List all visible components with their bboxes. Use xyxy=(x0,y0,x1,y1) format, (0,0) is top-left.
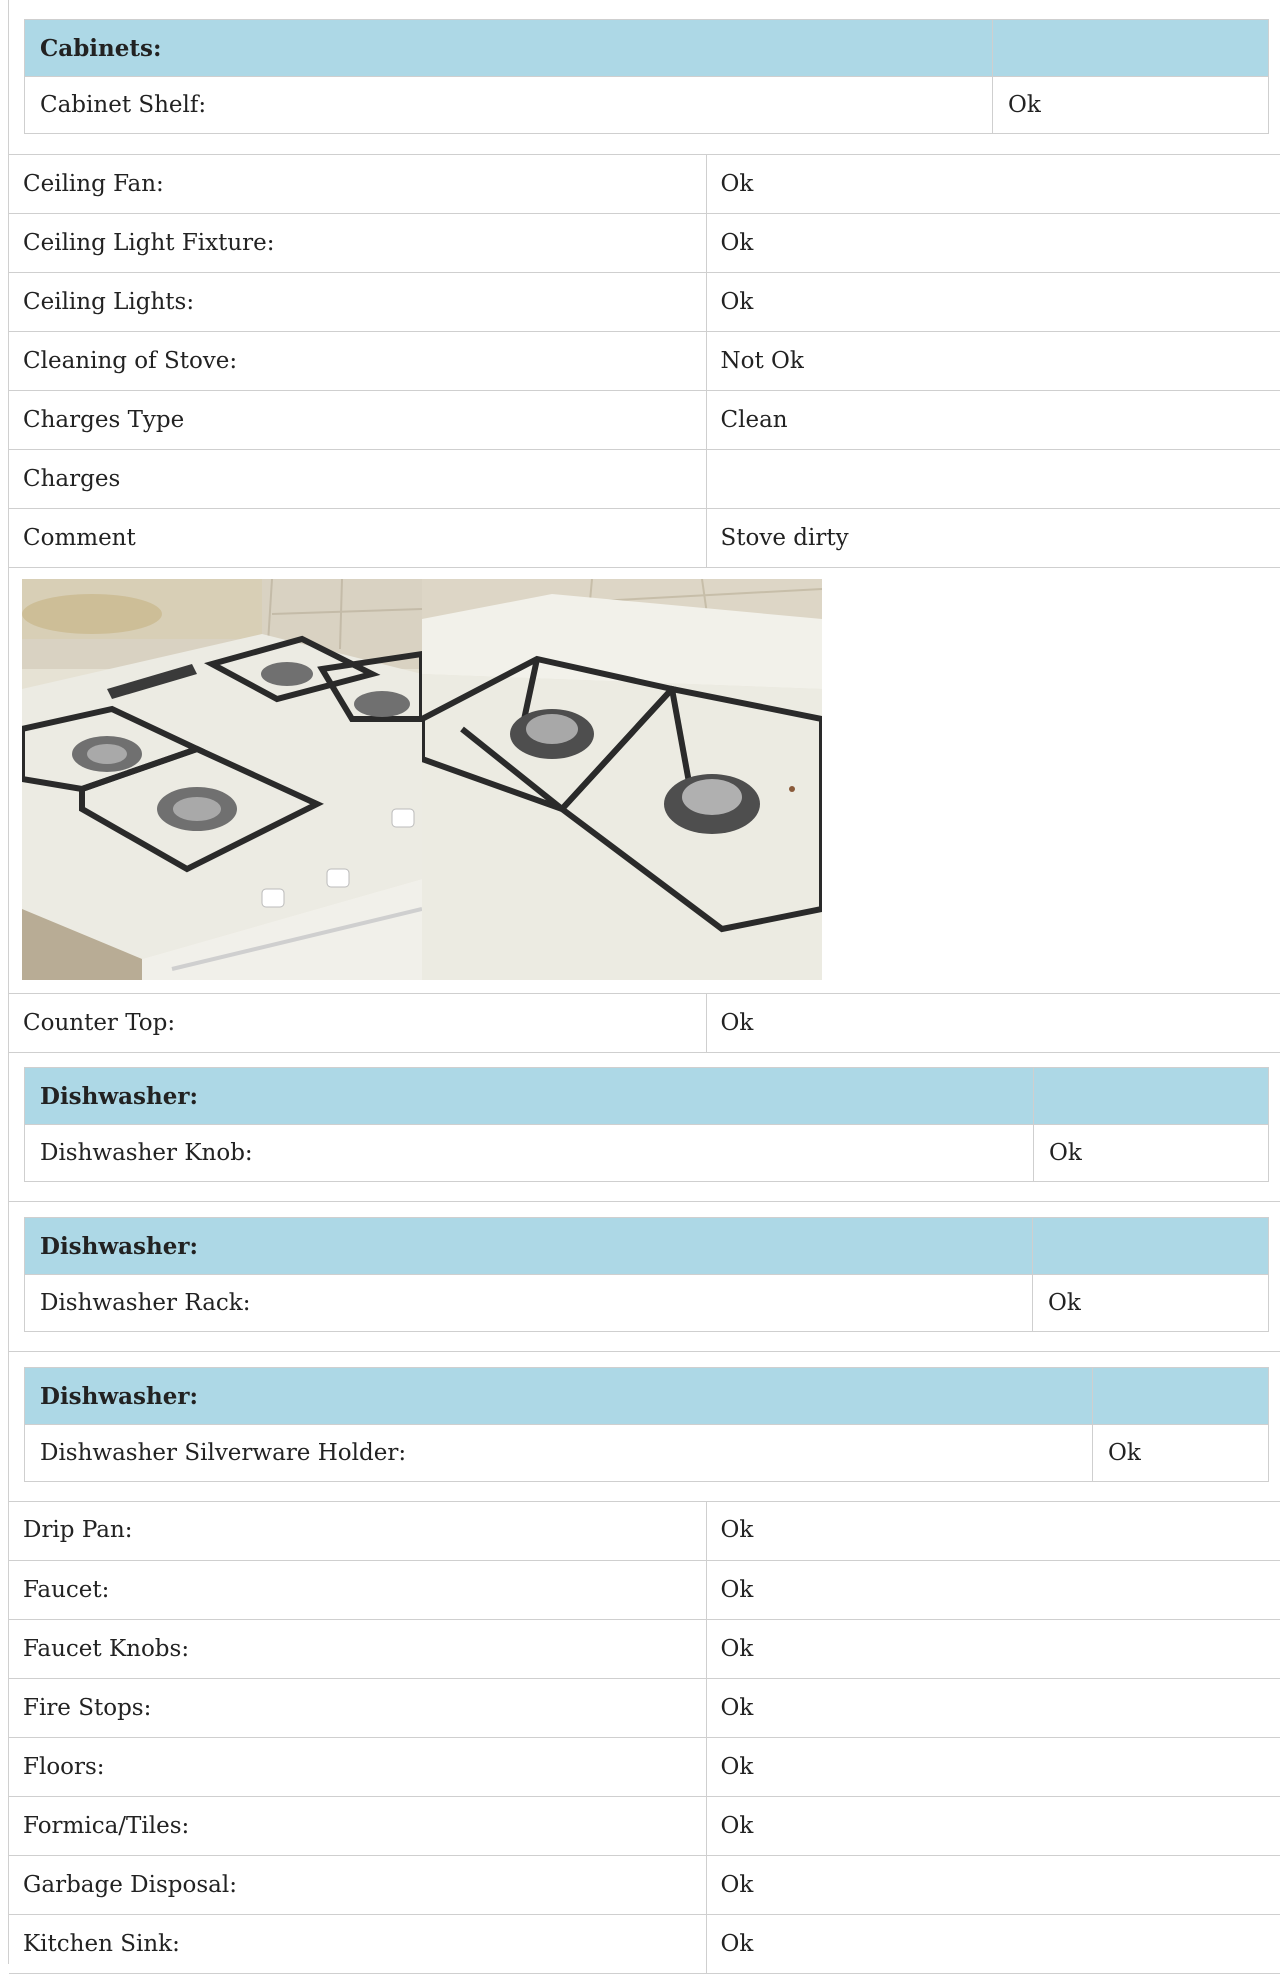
inspection-rows-a: Ceiling Fan: Ok Ceiling Light Fixture: O… xyxy=(9,154,1280,568)
item-value: Clean xyxy=(706,390,1280,450)
item-label: Dishwasher Knob: xyxy=(24,1124,1034,1182)
item-label: Formica/Tiles: xyxy=(9,1796,707,1856)
table-row: Garbage Disposal: Ok xyxy=(9,1855,1280,1915)
item-label: Ceiling Lights: xyxy=(9,272,707,332)
item-label: Garbage Disposal: xyxy=(9,1855,707,1915)
table-row: Dishwasher Rack: Ok xyxy=(24,1274,1269,1332)
item-value: Not Ok xyxy=(706,331,1280,391)
item-value: Ok xyxy=(992,76,1269,134)
item-label: Cleaning of Stove: xyxy=(9,331,707,391)
table-row: Cleaning of Stove: Not Ok xyxy=(9,331,1280,391)
item-value: Ok xyxy=(1092,1424,1269,1482)
table-row: Ceiling Lights: Ok xyxy=(9,272,1280,332)
dishwasher-silverware-section: Dishwasher: Dishwasher Silverware Holder… xyxy=(9,1351,1280,1502)
item-value: Stove dirty xyxy=(706,508,1280,568)
item-label: Fire Stops: xyxy=(9,1678,707,1738)
item-value: Ok xyxy=(706,272,1280,332)
section-title: Dishwasher: xyxy=(24,1217,1033,1275)
table-row: Ceiling Fan: Ok xyxy=(9,154,1280,214)
item-value: Ok xyxy=(706,1855,1280,1915)
item-label: Dishwasher Silverware Holder: xyxy=(24,1424,1093,1482)
table-row: Cabinet Shelf: Ok xyxy=(24,76,1269,134)
item-value: Ok xyxy=(706,993,1280,1053)
section-header-row: Cabinets: xyxy=(24,19,1269,77)
item-value: Ok xyxy=(706,1914,1280,1974)
item-value: Ok xyxy=(706,1678,1280,1738)
table-row: Formica/Tiles: Ok xyxy=(9,1796,1280,1856)
table-row: Dishwasher Knob: Ok xyxy=(24,1124,1269,1182)
section-title: Dishwasher: xyxy=(24,1067,1034,1125)
table-row: Drip Pan: Ok xyxy=(9,1501,1280,1561)
table-row: Charges Type Clean xyxy=(9,390,1280,450)
inspection-report: Cabinets: Cabinet Shelf: Ok Ceiling Fan:… xyxy=(8,0,1280,1974)
dishwasher-rack-section: Dishwasher: Dishwasher Rack: Ok xyxy=(9,1201,1280,1352)
item-value: Ok xyxy=(706,154,1280,214)
item-label: Floors: xyxy=(9,1737,707,1797)
item-label: Faucet: xyxy=(9,1560,707,1620)
table-row: Kitchen Sink: Ok xyxy=(9,1914,1280,1974)
inspection-rows-b: Drip Pan: Ok Faucet: Ok Faucet Knobs: Ok… xyxy=(9,1501,1280,1974)
table-row: Faucet Knobs: Ok xyxy=(9,1619,1280,1679)
item-value: Ok xyxy=(706,1796,1280,1856)
section-title: Dishwasher: xyxy=(24,1367,1093,1425)
item-label: Ceiling Light Fixture: xyxy=(9,213,707,273)
table-row: Comment Stove dirty xyxy=(9,508,1280,568)
stove-photo-2[interactable] xyxy=(422,579,822,980)
stove-photos xyxy=(22,579,822,980)
item-label: Charges xyxy=(9,449,707,509)
item-value: Ok xyxy=(706,1501,1280,1561)
item-value: Ok xyxy=(706,213,1280,273)
item-value: Ok xyxy=(706,1737,1280,1797)
item-label: Comment xyxy=(9,508,707,568)
table-row: Fire Stops: Ok xyxy=(9,1678,1280,1738)
section-header-row: Dishwasher: xyxy=(24,1217,1269,1275)
cabinets-section: Cabinets: Cabinet Shelf: Ok xyxy=(9,0,1280,155)
stove-photo-1[interactable] xyxy=(22,579,422,980)
item-label: Ceiling Fan: xyxy=(9,154,707,214)
table-row: Ceiling Light Fixture: Ok xyxy=(9,213,1280,273)
item-value: Ok xyxy=(706,1619,1280,1679)
item-label: Kitchen Sink: xyxy=(9,1914,707,1974)
stove-photo-four-burners-icon xyxy=(22,579,422,980)
section-title: Cabinets: xyxy=(24,19,993,77)
table-row: Counter Top: Ok xyxy=(9,993,1280,1053)
table-row: Dishwasher Silverware Holder: Ok xyxy=(24,1424,1269,1482)
item-label: Cabinet Shelf: xyxy=(24,76,993,134)
item-value: Ok xyxy=(706,1560,1280,1620)
dishwasher-knob-section: Dishwasher: Dishwasher Knob: Ok xyxy=(9,1051,1280,1202)
table-row: Floors: Ok xyxy=(9,1737,1280,1797)
inspection-row-counter: Counter Top: Ok xyxy=(9,993,1280,1053)
item-value: Ok xyxy=(1032,1274,1269,1332)
stove-photo-two-burners-closeup-icon xyxy=(422,579,822,980)
table-row: Faucet: Ok xyxy=(9,1560,1280,1620)
item-label: Counter Top: xyxy=(9,993,707,1053)
item-value xyxy=(706,449,1280,509)
table-row: Charges xyxy=(9,449,1280,509)
section-header-row: Dishwasher: xyxy=(24,1067,1269,1125)
section-header-row: Dishwasher: xyxy=(24,1367,1269,1425)
item-label: Faucet Knobs: xyxy=(9,1619,707,1679)
item-value: Ok xyxy=(1033,1124,1269,1182)
item-label: Charges Type xyxy=(9,390,707,450)
item-label: Dishwasher Rack: xyxy=(24,1274,1033,1332)
item-label: Drip Pan: xyxy=(9,1501,707,1561)
